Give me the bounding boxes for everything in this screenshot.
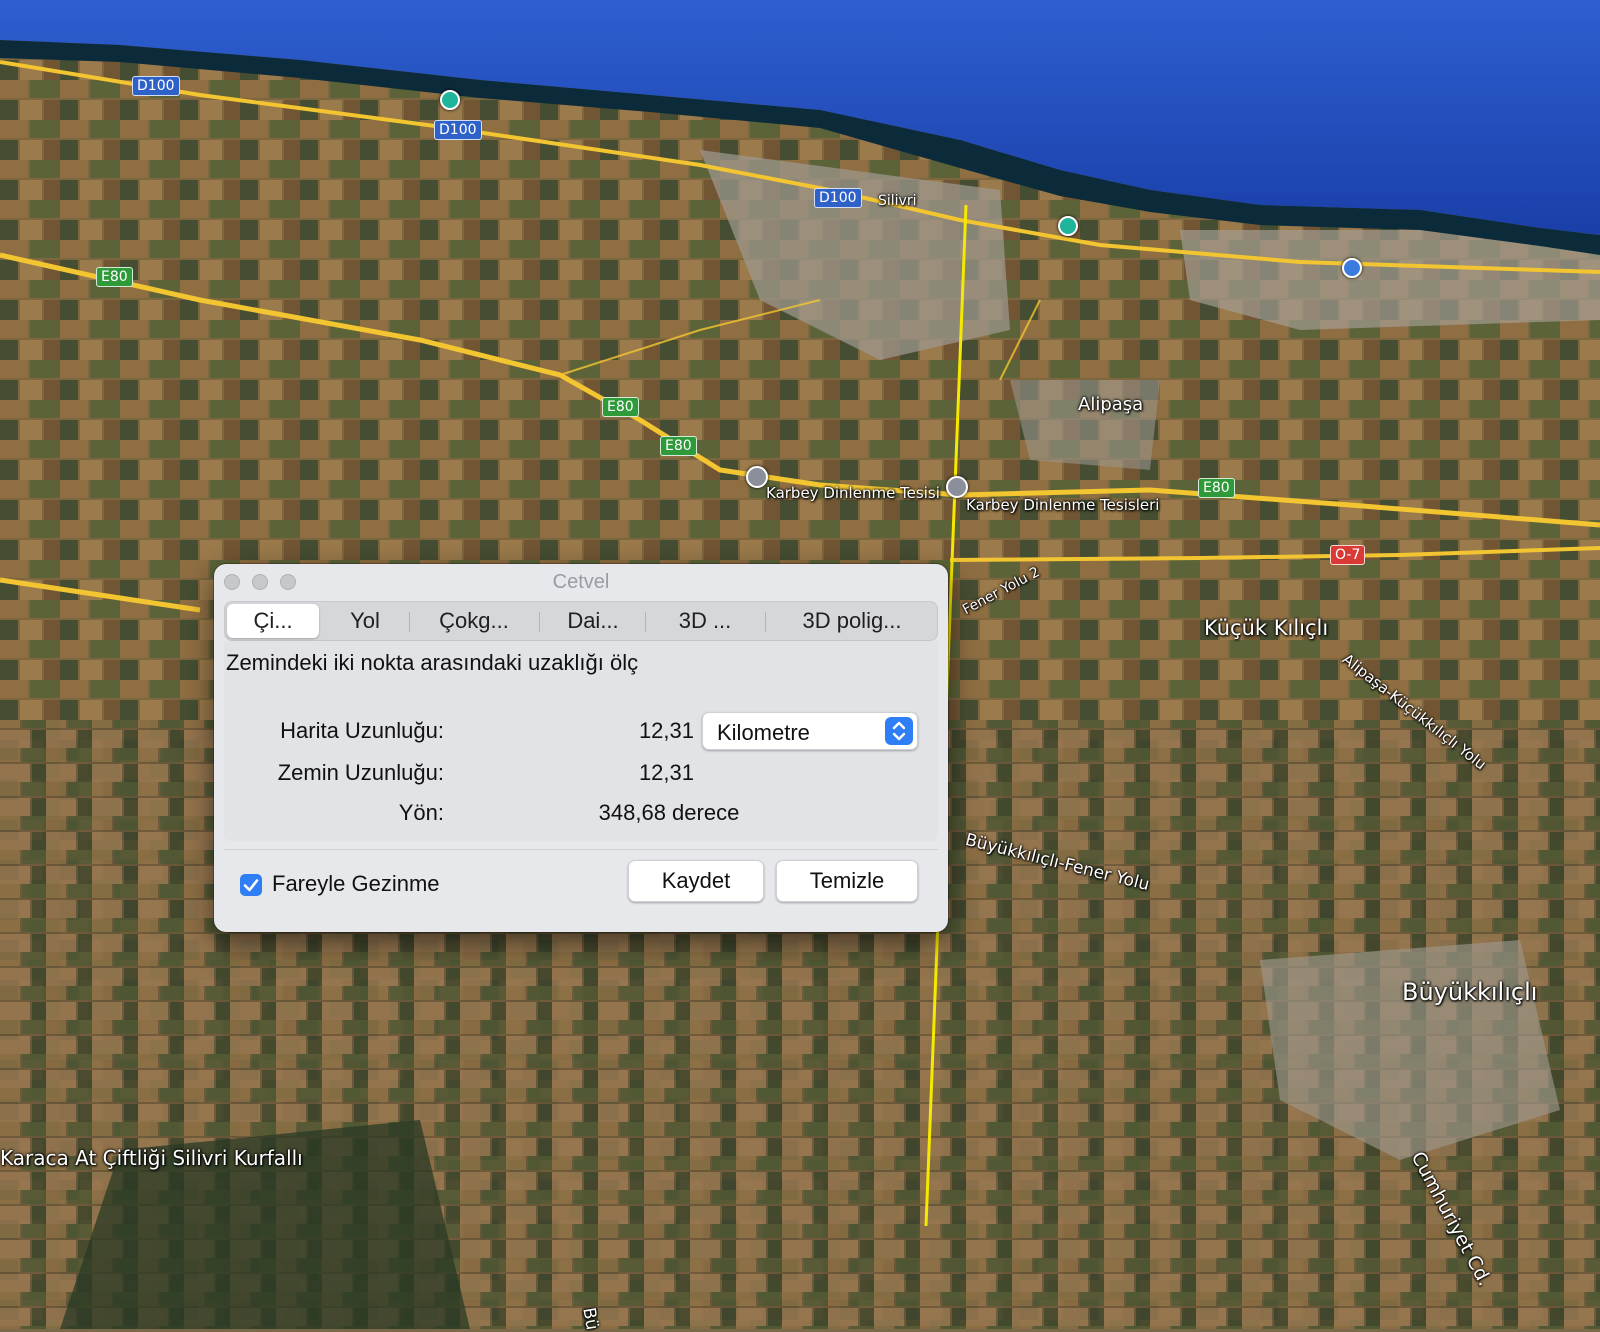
chevron-up-down-icon [885,717,913,745]
mouse-navigation-checkbox[interactable] [240,874,262,896]
place-label-karaca: Karaca At Çiftliği Silivri Kurfallı [0,1146,303,1170]
heading-value: 348,68 derece [598,800,740,825]
place-label-buyukkilicli: Büyükkılıçlı [1402,978,1538,1006]
unit-select[interactable]: Kilometre [702,712,918,750]
tab-polygon[interactable]: Çokg... [413,604,535,638]
map-pin-icon[interactable] [746,466,768,488]
map-pin-icon[interactable] [1342,258,1362,278]
map-pin-icon[interactable] [1058,216,1078,236]
tab-separator [765,612,766,632]
tab-separator [645,612,646,632]
place-label-karbey-tesisleri: Karbey Dinlenme Tesisleri [966,496,1160,514]
d100-shield: D100 [434,120,482,140]
tab-3d-path[interactable]: 3D ... [649,604,761,638]
place-label-karbey: Karbey Dinlenme Tesisi [766,484,940,502]
o7-shield: O-7 [1330,545,1366,565]
place-label-silivri: Silivri [878,193,917,209]
tab-bar: Çi... Yol Çokg... Dai... 3D ... 3D polig… [224,601,938,641]
checkmark-icon [243,879,259,892]
unit-select-value: Kilometre [717,720,810,745]
mouse-navigation-label[interactable]: Fareyle Gezinme [272,871,440,897]
tab-path[interactable]: Yol [325,604,405,638]
titlebar[interactable]: Cetvel [214,564,948,598]
place-label-kucuk-kilicli: Küçük Kılıçlı [1204,616,1329,640]
divider [224,849,938,850]
e80-shield: E80 [96,267,133,287]
e80-shield: E80 [602,397,639,417]
place-label-alipasa: Alipaşa [1078,394,1144,415]
d100-shield: D100 [132,76,180,96]
tab-circle[interactable]: Dai... [543,604,643,638]
map-length-label: Harita Uzunluğu: [280,718,444,743]
tab-line[interactable]: Çi... [227,604,319,638]
ground-length-value: 12,31 [638,760,694,785]
road-label-bu: Bü [578,1306,602,1332]
heading-label: Yön: [398,800,444,825]
window-title: Cetvel [552,571,610,593]
ruler-dialog: Cetvel Çi... Yol Çokg... Dai... 3D ... 3… [214,564,948,932]
map-length-value: 12,31 [638,718,694,743]
ground-length-label: Zemin Uzunluğu: [277,760,444,785]
tab-3d-polygon[interactable]: 3D polig... [769,604,935,638]
map-pin-icon[interactable] [440,90,460,110]
save-button[interactable]: Kaydet [628,860,764,902]
clear-button[interactable]: Temizle [776,860,918,902]
d100-shield: D100 [814,188,862,208]
tab-separator [539,612,540,632]
tab-separator [409,612,410,632]
e80-shield: E80 [1198,478,1235,498]
e80-shield: E80 [660,436,697,456]
map-pin-icon[interactable] [946,476,968,498]
measure-description: Zemindeki iki nokta arasındaki uzaklığı … [226,650,639,675]
